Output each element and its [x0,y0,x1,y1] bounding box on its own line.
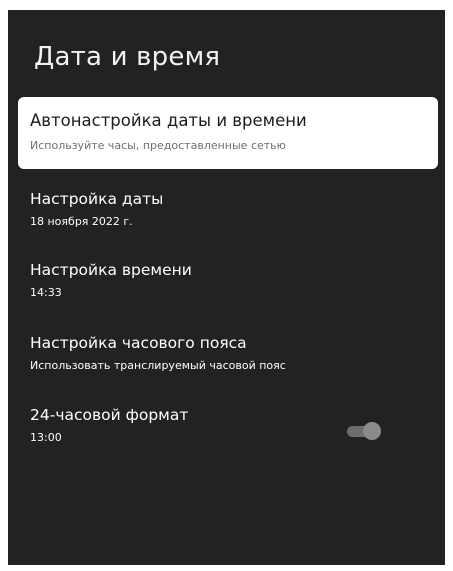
setting-date-label: Настройка даты [30,190,164,208]
setting-timezone-value: Использовать транслируемый часовой пояс [30,359,286,372]
setting-time-value: 14:33 [30,286,62,299]
setting-date[interactable]: Настройка даты 18 ноября 2022 г. [18,190,438,228]
setting-auto-datetime-label: Автонастройка даты и времени [30,111,307,130]
setting-time-label: Настройка времени [30,261,192,279]
toggle-knob [363,422,381,440]
24h-format-toggle[interactable] [347,422,381,440]
settings-panel: Дата и время Автонастройка даты и времен… [8,10,445,565]
setting-date-value: 18 ноября 2022 г. [30,215,133,228]
setting-timezone-label: Настройка часового пояса [30,334,247,352]
page-title: Дата и время [34,42,221,72]
setting-timezone[interactable]: Настройка часового пояса Использовать тр… [18,334,438,372]
setting-auto-datetime-value: Используйте часы, предоставленные сетью [30,139,286,152]
setting-auto-datetime[interactable]: Автонастройка даты и времени Используйте… [18,97,438,169]
setting-time[interactable]: Настройка времени 14:33 [18,261,438,299]
